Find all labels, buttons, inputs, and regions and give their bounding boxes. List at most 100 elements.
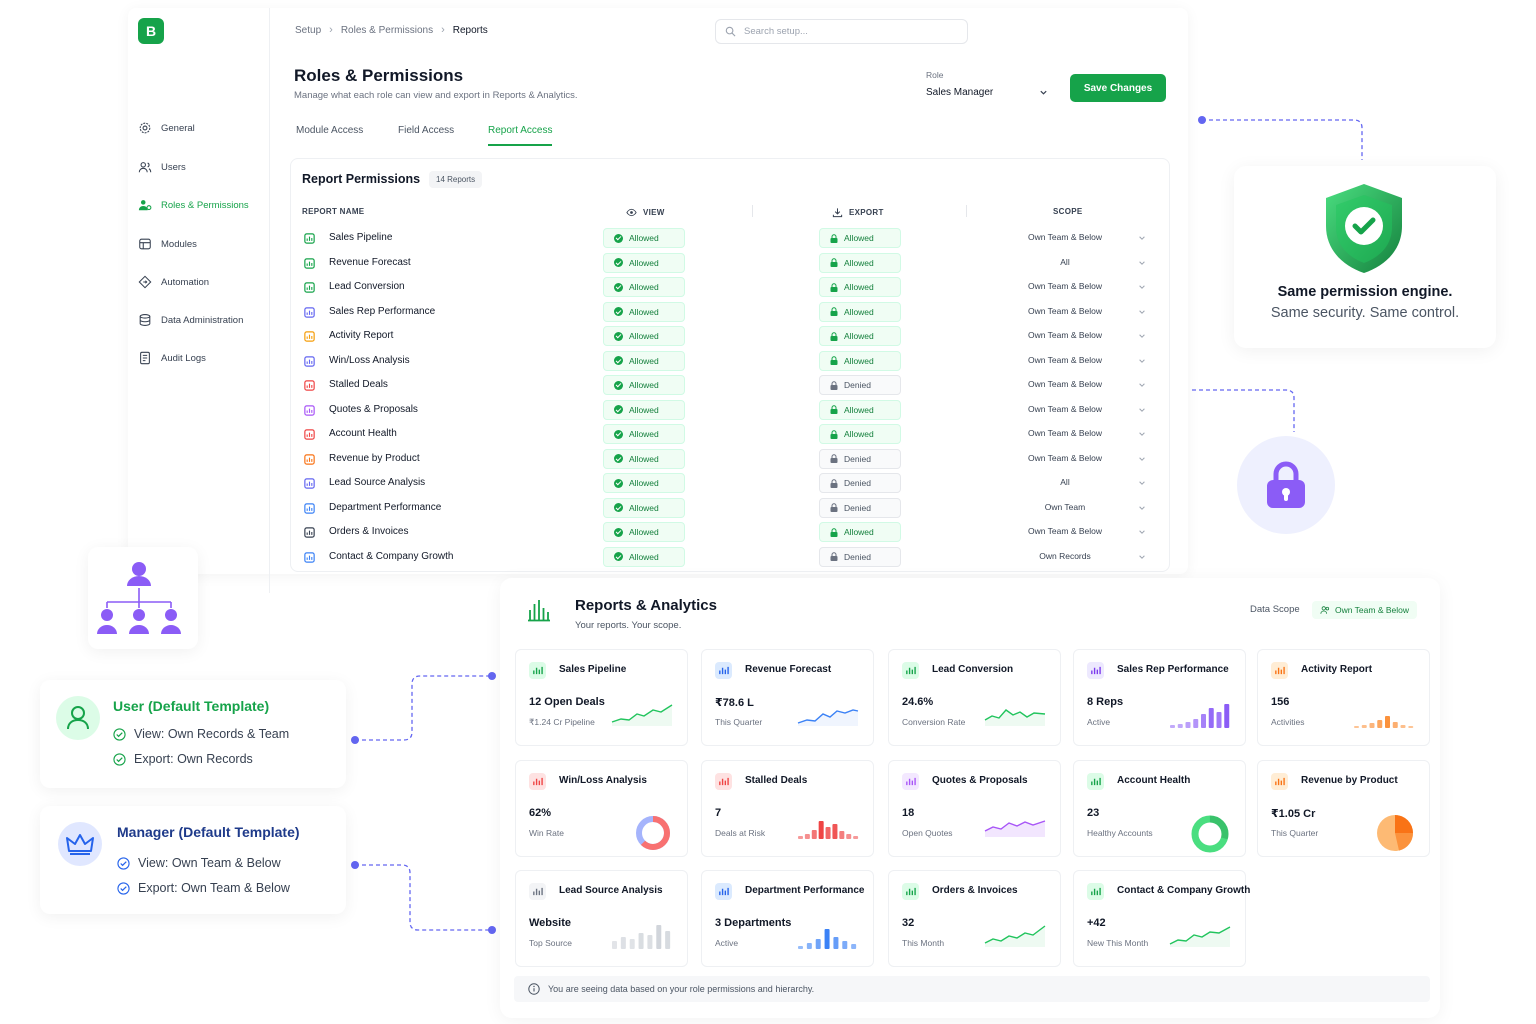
report-tile[interactable]: Sales Rep Performance 8 Reps Active — [1073, 649, 1246, 746]
report-tile[interactable]: Sales Pipeline 12 Open Deals ₹1.24 Cr Pipe… — [515, 649, 688, 746]
export-permission-toggle[interactable]: Denied — [819, 375, 901, 395]
chevron-down-icon[interactable] — [1138, 430, 1146, 438]
view-permission-toggle[interactable]: Allowed — [603, 497, 685, 518]
scope-select[interactable]: All — [982, 477, 1148, 487]
scope-select[interactable]: Own Team & Below — [982, 355, 1148, 365]
report-tile[interactable]: Activity Report 156 Activities — [1257, 649, 1430, 746]
export-permission-toggle[interactable]: Denied — [819, 473, 901, 493]
promo-title: Same permission engine. — [1277, 284, 1453, 300]
sidebar-item-data-administration[interactable]: Data Administration — [138, 310, 243, 330]
export-permission-toggle[interactable]: Denied — [819, 497, 901, 518]
check-circle-icon — [614, 380, 623, 390]
report-tile[interactable]: Department Performance 3 Departments Activ… — [701, 870, 874, 967]
chevron-down-icon[interactable] — [1138, 406, 1146, 414]
report-tile[interactable]: Revenue Forecast ₹78.6 L This Quarter — [701, 649, 874, 746]
scope-select[interactable]: Own Team & Below — [982, 404, 1148, 414]
view-permission-toggle[interactable]: Allowed — [603, 546, 685, 567]
export-permission-toggle[interactable]: Allowed — [819, 277, 901, 297]
tab-module-access[interactable]: Module Access — [296, 125, 363, 144]
chevron-down-icon[interactable] — [1138, 234, 1146, 242]
export-permission-toggle[interactable]: Denied — [819, 546, 901, 567]
scope-select[interactable]: Own Team & Below — [982, 281, 1148, 291]
chevron-down-icon[interactable] — [1138, 357, 1146, 365]
chevron-down-icon[interactable] — [1138, 479, 1146, 487]
view-permission-toggle[interactable]: Allowed — [603, 473, 685, 493]
scope-select[interactable]: Own Team & Below — [982, 428, 1148, 438]
report-tile[interactable]: Stalled Deals 7 Deals at Risk — [701, 760, 874, 857]
view-permission-toggle[interactable]: Allowed — [603, 301, 685, 322]
data-scope-badge[interactable]: Own Team & Below — [1312, 601, 1418, 619]
chevron-down-icon[interactable] — [1138, 553, 1146, 561]
report-tile[interactable]: Account Health 23 Healthy Accounts — [1073, 760, 1246, 857]
export-permission-toggle[interactable]: Allowed — [819, 424, 901, 444]
view-permission-toggle[interactable]: Allowed — [603, 522, 685, 542]
view-permission-toggle[interactable]: Allowed — [603, 252, 685, 273]
sidebar-item-modules[interactable]: Modules — [138, 234, 197, 254]
report-tile[interactable]: Revenue by Product ₹1.05 Cr This Quarter — [1257, 760, 1430, 857]
report-icon — [304, 331, 315, 342]
save-changes-button[interactable]: Save Changes — [1070, 74, 1166, 102]
scope-select[interactable]: Own Team & Below — [982, 379, 1148, 389]
mini-chart — [1169, 923, 1231, 952]
report-tile[interactable]: Contact & Company Growth +42 New This Mont… — [1073, 870, 1250, 967]
view-permission-toggle[interactable]: Allowed — [603, 326, 685, 346]
scope-select[interactable]: Own Team & Below — [982, 232, 1148, 242]
chevron-down-icon[interactable] — [1138, 455, 1146, 463]
view-permission-toggle[interactable]: Allowed — [603, 448, 685, 469]
tab-field-access[interactable]: Field Access — [398, 125, 454, 144]
scope-select[interactable]: Own Team — [982, 502, 1148, 512]
scope-select[interactable]: All — [982, 257, 1148, 267]
report-tile-title: Orders & Invoices — [932, 885, 1018, 896]
export-permission-toggle[interactable]: Allowed — [819, 350, 901, 371]
export-permission-toggle[interactable]: Allowed — [819, 252, 901, 273]
tab-report-access[interactable]: Report Access — [488, 125, 553, 146]
chevron-down-icon[interactable] — [1138, 504, 1146, 512]
report-tile[interactable]: Lead Source Analysis Website Top Source — [515, 870, 688, 967]
export-permission-toggle[interactable]: Allowed — [819, 326, 901, 346]
report-tile-icon — [1087, 773, 1104, 790]
export-permission-toggle[interactable]: Allowed — [819, 399, 901, 420]
sidebar-item-roles-permissions[interactable]: Roles & Permissions — [138, 195, 249, 215]
breadcrumb-roles[interactable]: Roles & Permissions — [341, 25, 433, 36]
report-tile[interactable]: Lead Conversion 24.6% Conversion Rate — [888, 649, 1061, 746]
lock-small-icon — [830, 429, 838, 439]
app-logo[interactable]: B — [138, 18, 164, 44]
sidebar-item-general[interactable]: General — [138, 118, 195, 138]
sidebar-item-users[interactable]: Users — [138, 157, 186, 177]
view-permission-toggle[interactable]: Allowed — [603, 228, 685, 248]
scope-select[interactable]: Own Records — [982, 551, 1148, 561]
view-permission-toggle[interactable]: Allowed — [603, 350, 685, 371]
chevron-down-icon[interactable] — [1138, 332, 1146, 340]
sidebar-item-audit-logs[interactable]: Audit Logs — [138, 348, 206, 368]
chevron-down-icon[interactable] — [1138, 308, 1146, 316]
role-select[interactable]: Sales Manager — [918, 80, 1056, 104]
chevron-down-icon[interactable] — [1138, 528, 1146, 536]
export-permission-toggle[interactable]: Allowed — [819, 522, 901, 542]
report-icon — [304, 233, 315, 244]
report-tile[interactable]: Orders & Invoices 32 This Month — [888, 870, 1061, 967]
breadcrumb-setup[interactable]: Setup — [295, 25, 321, 36]
view-permission-toggle[interactable]: Allowed — [603, 277, 685, 297]
view-permission-toggle[interactable]: Allowed — [603, 399, 685, 420]
export-permission-toggle[interactable]: Denied — [819, 448, 901, 469]
export-permission-toggle[interactable]: Allowed — [819, 228, 901, 248]
report-tile[interactable]: Quotes & Proposals 18 Open Quotes — [888, 760, 1061, 857]
mini-chart — [611, 923, 673, 954]
report-tile[interactable]: Win/Loss Analysis 62% Win Rate — [515, 760, 688, 857]
mini-chart — [1189, 813, 1231, 860]
view-permission-toggle[interactable]: Allowed — [603, 375, 685, 395]
mini-chart — [797, 923, 859, 954]
scope-select[interactable]: Own Team & Below — [982, 306, 1148, 316]
chevron-down-icon[interactable] — [1138, 381, 1146, 389]
scope-select[interactable]: Own Team & Below — [982, 330, 1148, 340]
scope-select[interactable]: Own Team & Below — [982, 453, 1148, 463]
sidebar-item-automation[interactable]: Automation — [138, 272, 209, 292]
chevron-down-icon[interactable] — [1138, 259, 1146, 267]
export-permission-toggle[interactable]: Allowed — [819, 301, 901, 322]
chevron-down-icon[interactable] — [1138, 283, 1146, 291]
search-input[interactable]: Search setup... — [715, 19, 968, 44]
report-tile-value: 7 — [715, 807, 722, 819]
view-permission-toggle[interactable]: Allowed — [603, 424, 685, 444]
report-tile-label: This Quarter — [1271, 828, 1319, 838]
scope-select[interactable]: Own Team & Below — [982, 526, 1148, 536]
